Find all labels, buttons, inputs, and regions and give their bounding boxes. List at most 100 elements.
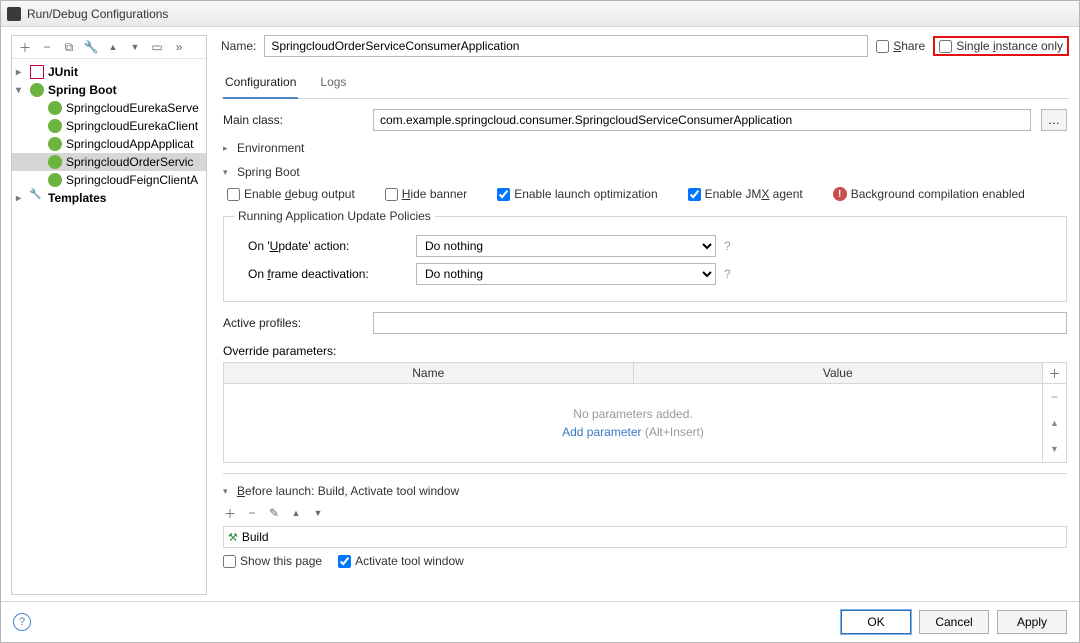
add-parameter-hint: (Alt+Insert)	[645, 425, 704, 439]
params-empty-body: No parameters added. Add parameter (Alt+…	[224, 384, 1042, 462]
spring-icon	[48, 119, 62, 133]
main-class-row: Main class: …	[223, 109, 1067, 131]
config-main: Name: Share Single instance only Configu…	[207, 35, 1069, 595]
params-down-button[interactable]: ▼	[1043, 436, 1066, 462]
tree-node-spring-child[interactable]: SpringcloudEurekaServe	[12, 99, 206, 117]
move-down-icon[interactable]: ▼	[128, 40, 142, 54]
on-frame-label: On frame deactivation:	[248, 267, 408, 281]
on-update-label: On 'Update' action:	[248, 239, 408, 253]
bl-up-icon[interactable]: ▲	[289, 506, 303, 520]
before-launch-toolbar: ＋ − ✎ ▲ ▼	[223, 506, 1067, 520]
on-frame-select[interactable]: Do nothing	[416, 263, 716, 285]
on-update-select[interactable]: Do nothing	[416, 235, 716, 257]
window-title: Run/Debug Configurations	[27, 7, 168, 21]
remove-config-icon[interactable]: −	[40, 40, 54, 54]
help-icon[interactable]: ?	[724, 267, 731, 281]
folder-icon[interactable]: ▭	[150, 40, 164, 54]
params-up-button[interactable]: ▲	[1043, 410, 1066, 436]
active-profiles-label: Active profiles:	[223, 316, 363, 330]
tab-logs[interactable]: Logs	[318, 69, 348, 98]
hide-banner-checkbox[interactable]: Hide banner	[385, 187, 467, 201]
config-tabs: Configuration Logs	[221, 69, 1069, 99]
tree-node-templates[interactable]: ▸ Templates	[12, 189, 206, 207]
params-remove-button[interactable]: −	[1043, 384, 1066, 410]
single-instance-checkbox[interactable]: Single instance only	[939, 39, 1063, 53]
main-class-input[interactable]	[373, 109, 1031, 131]
configurations-sidebar: ＋ − ⧉ 🔧 ▲ ▼ ▭ » ▸ JUnit ▾ Spring Boot	[11, 35, 207, 595]
params-add-button[interactable]: ＋	[1043, 362, 1067, 384]
tree-node-spring-child-selected[interactable]: SpringcloudOrderServic	[12, 153, 206, 171]
single-instance-highlight: Single instance only	[933, 36, 1069, 56]
name-label: Name:	[221, 39, 256, 53]
edit-defaults-icon[interactable]: 🔧	[84, 40, 98, 54]
enable-debug-checkbox[interactable]: Enable debug output	[227, 187, 355, 201]
before-launch-list[interactable]: ⚒ Build	[223, 526, 1067, 548]
spring-boot-checkbox-row: Enable debug output Hide banner Enable l…	[227, 187, 1067, 201]
spring-icon	[48, 137, 62, 151]
apply-button[interactable]: Apply	[997, 610, 1067, 634]
bl-remove-icon[interactable]: −	[245, 506, 259, 520]
params-col-name: Name	[224, 363, 634, 383]
sidebar-toolbar: ＋ − ⧉ 🔧 ▲ ▼ ▭ »	[12, 36, 206, 59]
browse-main-class-button[interactable]: …	[1041, 109, 1067, 131]
tab-configuration[interactable]: Configuration	[223, 69, 298, 99]
name-input[interactable]	[264, 35, 868, 57]
help-icon[interactable]: ?	[724, 239, 731, 253]
tree-node-spring-child[interactable]: SpringcloudEurekaClient	[12, 117, 206, 135]
params-add-link-row: Add parameter (Alt+Insert)	[562, 425, 704, 439]
run-debug-config-window: Run/Debug Configurations ＋ − ⧉ 🔧 ▲ ▼ ▭ »…	[0, 0, 1080, 643]
active-profiles-input[interactable]	[373, 312, 1067, 334]
enable-launch-opt-checkbox[interactable]: Enable launch optimization	[497, 187, 657, 201]
dialog-body: ＋ − ⧉ 🔧 ▲ ▼ ▭ » ▸ JUnit ▾ Spring Boot	[1, 27, 1079, 601]
override-params-label: Override parameters:	[223, 344, 1067, 358]
tree-node-spring-child[interactable]: SpringcloudFeignClientA	[12, 171, 206, 189]
params-header: Name Value	[223, 362, 1043, 384]
on-update-row: On 'Update' action: Do nothing ?	[248, 235, 1056, 257]
ok-button[interactable]: OK	[841, 610, 911, 634]
add-parameter-link[interactable]: Add parameter	[562, 425, 641, 439]
config-tree: ▸ JUnit ▾ Spring Boot SpringcloudEurekaS…	[12, 59, 206, 594]
bl-edit-icon[interactable]: ✎	[267, 506, 281, 520]
enable-jmx-checkbox[interactable]: Enable JMX agent	[688, 187, 803, 201]
single-instance-checkbox-input[interactable]	[939, 40, 952, 53]
chevron-right-icon: ▸	[223, 143, 233, 154]
share-checkbox-input[interactable]	[876, 40, 889, 53]
spring-icon	[48, 173, 62, 187]
main-class-label: Main class:	[223, 113, 363, 127]
bl-down-icon[interactable]: ▼	[311, 506, 325, 520]
params-empty-text: No parameters added.	[573, 407, 692, 421]
bl-add-icon[interactable]: ＋	[223, 506, 237, 520]
warning-icon: !	[833, 187, 847, 201]
add-config-icon[interactable]: ＋	[18, 40, 32, 54]
spring-icon	[30, 83, 44, 97]
help-button[interactable]: ?	[13, 613, 31, 631]
separator	[223, 473, 1067, 474]
before-launch-options: Show this page Activate tool window	[223, 554, 1067, 568]
copy-config-icon[interactable]: ⧉	[62, 40, 76, 54]
tree-node-spring-child[interactable]: SpringcloudAppApplicat	[12, 135, 206, 153]
override-params-table: Name Value ＋	[223, 362, 1067, 384]
update-policies-fieldset: Running Application Update Policies On '…	[223, 209, 1067, 302]
cancel-button[interactable]: Cancel	[919, 610, 989, 634]
share-checkbox[interactable]: Share	[876, 39, 925, 53]
move-up-icon[interactable]: ▲	[106, 40, 120, 54]
expand-icon[interactable]: »	[172, 40, 186, 54]
tree-node-junit[interactable]: ▸ JUnit	[12, 63, 206, 81]
configuration-form: Main class: … ▸ Environment ▾ Spring Boo…	[221, 99, 1069, 595]
environment-section-header[interactable]: ▸ Environment	[223, 141, 1067, 155]
tree-node-spring-boot[interactable]: ▾ Spring Boot	[12, 81, 206, 99]
spring-boot-section-header[interactable]: ▾ Spring Boot	[223, 165, 1067, 179]
titlebar: Run/Debug Configurations	[1, 1, 1079, 27]
bg-compile-label: Background compilation enabled	[851, 187, 1025, 201]
spring-icon	[48, 101, 62, 115]
chevron-down-icon: ▾	[223, 167, 233, 178]
tree-label: SpringcloudAppApplicat	[66, 137, 193, 151]
show-this-page-checkbox[interactable]: Show this page	[223, 554, 322, 568]
before-launch-header[interactable]: ▾ Before launch: Build, Activate tool wi…	[223, 484, 1067, 498]
chevron-right-icon: ▸	[16, 193, 26, 204]
environment-label: Environment	[237, 141, 304, 155]
activate-tool-window-checkbox[interactable]: Activate tool window	[338, 554, 464, 568]
tree-label: JUnit	[48, 65, 78, 79]
update-policies-legend: Running Application Update Policies	[234, 209, 435, 223]
wrench-icon	[30, 191, 44, 205]
